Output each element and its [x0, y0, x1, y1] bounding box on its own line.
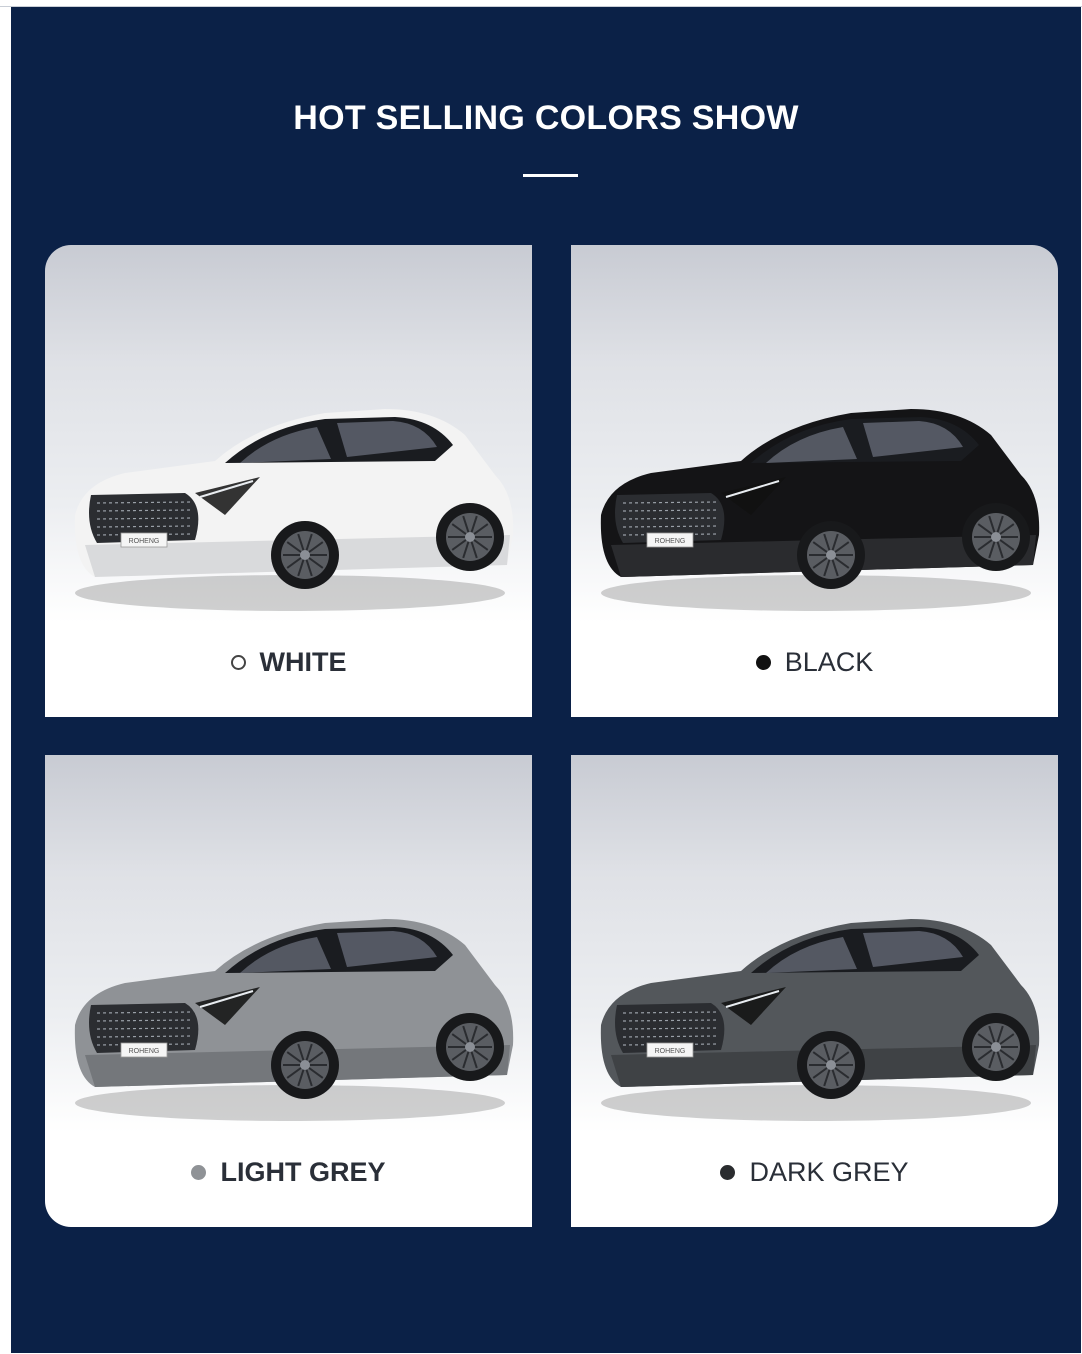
car-image: ROHENG: [74, 409, 514, 611]
color-name: WHITE: [259, 647, 347, 677]
color-name: DARK GREY: [749, 1157, 909, 1187]
color-card-dark-grey[interactable]: ROHENG DARK GREY: [571, 755, 1058, 1227]
car-image: ROHENG: [74, 919, 514, 1121]
color-card-white[interactable]: ROHENG WHITE: [45, 245, 532, 717]
svg-text:ROHENG: ROHENG: [655, 538, 686, 545]
svg-text:ROHENG: ROHENG: [129, 1048, 160, 1055]
colors-section: HOT SELLING COLORS SHOW ROHENG WHITE ROH…: [11, 7, 1081, 1353]
color-label: BLACK: [571, 647, 1058, 678]
color-label: LIGHT GREY: [45, 1157, 532, 1188]
color-card-black[interactable]: ROHENG BLACK: [571, 245, 1058, 717]
color-dot-icon: [755, 655, 771, 670]
color-dot-icon: [720, 1165, 736, 1180]
color-name: BLACK: [784, 647, 874, 677]
car-image: ROHENG: [600, 409, 1040, 611]
section-title: HOT SELLING COLORS SHOW: [293, 99, 799, 137]
title-divider: [523, 174, 578, 177]
color-label: DARK GREY: [571, 1157, 1058, 1188]
color-label: WHITE: [45, 647, 532, 678]
color-dot-icon: [191, 1165, 207, 1180]
svg-text:ROHENG: ROHENG: [655, 1048, 686, 1055]
svg-text:ROHENG: ROHENG: [129, 538, 160, 545]
color-dot-icon: [230, 655, 246, 670]
color-name: LIGHT GREY: [220, 1157, 386, 1187]
car-image: ROHENG: [600, 919, 1040, 1121]
color-card-light-grey[interactable]: ROHENG LIGHT GREY: [45, 755, 532, 1227]
